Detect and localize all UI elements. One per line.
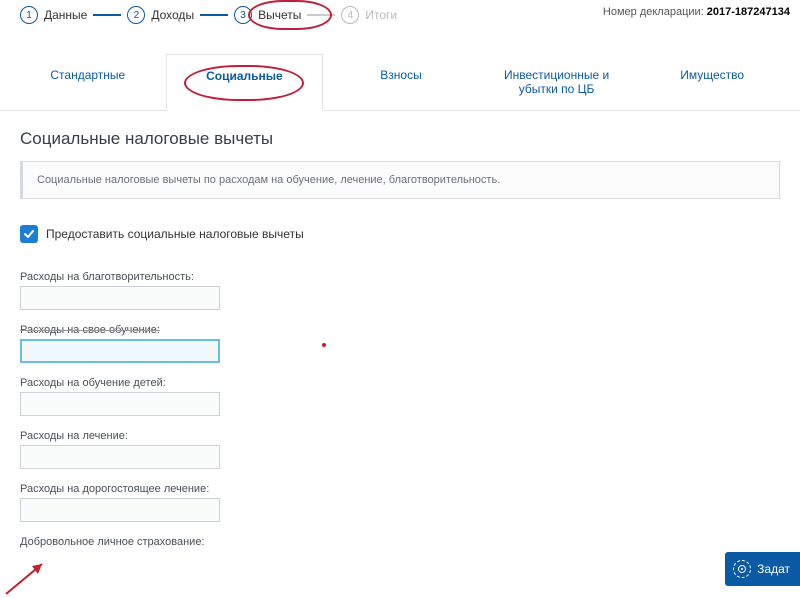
checkbox-provide-social[interactable] [20, 225, 38, 243]
help-icon [733, 560, 751, 578]
section-title: Социальные налоговые вычеты [20, 129, 780, 149]
tab-social[interactable]: Социальные [166, 54, 324, 111]
step-separator [93, 14, 121, 16]
tab-label: Имущество [680, 68, 744, 82]
field-label-treatment: Расходы на лечение: [20, 430, 780, 442]
declaration-value: 2017-187247134 [707, 6, 790, 18]
tab-property[interactable]: Имущество [634, 54, 790, 110]
input-own-education[interactable] [20, 339, 220, 363]
step-number: 2 [127, 6, 145, 24]
step-4: 4 Итоги [341, 6, 397, 24]
tab-label: Инвестиционные и убытки по ЦБ [504, 68, 609, 96]
step-number: 1 [20, 6, 38, 24]
input-expensive-treatment[interactable] [20, 498, 220, 522]
step-3[interactable]: 3 Вычеты [234, 6, 301, 24]
step-label: Доходы [151, 8, 194, 22]
help-button[interactable]: Задат [725, 552, 800, 586]
field-label-charity: Расходы на благотворительность: [20, 271, 780, 283]
input-charity[interactable] [20, 286, 220, 310]
step-separator [307, 14, 335, 16]
step-2[interactable]: 2 Доходы [127, 6, 194, 24]
step-label: Данные [44, 8, 87, 22]
step-separator [200, 14, 228, 16]
declaration-label: Номер декларации: [603, 6, 704, 18]
tab-investments[interactable]: Инвестиционные и убытки по ЦБ [479, 54, 635, 110]
help-label: Задат [757, 562, 790, 576]
annotation-arrow-icon [2, 558, 52, 598]
tab-label: Социальные [206, 69, 283, 83]
info-box: Социальные налоговые вычеты по расходам … [20, 161, 780, 199]
step-number: 4 [341, 6, 359, 24]
input-children-education[interactable] [20, 392, 220, 416]
tab-label: Взносы [380, 68, 421, 82]
annotation-dot [322, 343, 326, 347]
declaration-number: Номер декларации: 2017-187247134 [603, 6, 790, 18]
step-number: 3 [234, 6, 252, 24]
check-icon [23, 228, 35, 240]
tab-standard[interactable]: Стандартные [10, 54, 166, 110]
field-label-own-education: Расходы на свое обучение: [20, 324, 780, 336]
tab-contributions[interactable]: Взносы [323, 54, 479, 110]
tab-label: Стандартные [50, 68, 125, 82]
tabs: Стандартные Социальные Взносы Инвестицио… [0, 54, 800, 111]
field-label-insurance: Добровольное личное страхование: [20, 536, 780, 548]
step-1[interactable]: 1 Данные [20, 6, 87, 24]
input-treatment[interactable] [20, 445, 220, 469]
step-label: Вычеты [258, 8, 301, 22]
step-label: Итоги [365, 8, 397, 22]
field-label-children-education: Расходы на обучение детей: [20, 377, 780, 389]
checkbox-label: Предоставить социальные налоговые вычеты [46, 227, 304, 241]
checkbox-row[interactable]: Предоставить социальные налоговые вычеты [20, 225, 780, 243]
field-label-expensive-treatment: Расходы на дорогостоящее лечение: [20, 483, 780, 495]
stepper: 1 Данные 2 Доходы 3 Вычеты 4 Итоги [20, 6, 397, 24]
